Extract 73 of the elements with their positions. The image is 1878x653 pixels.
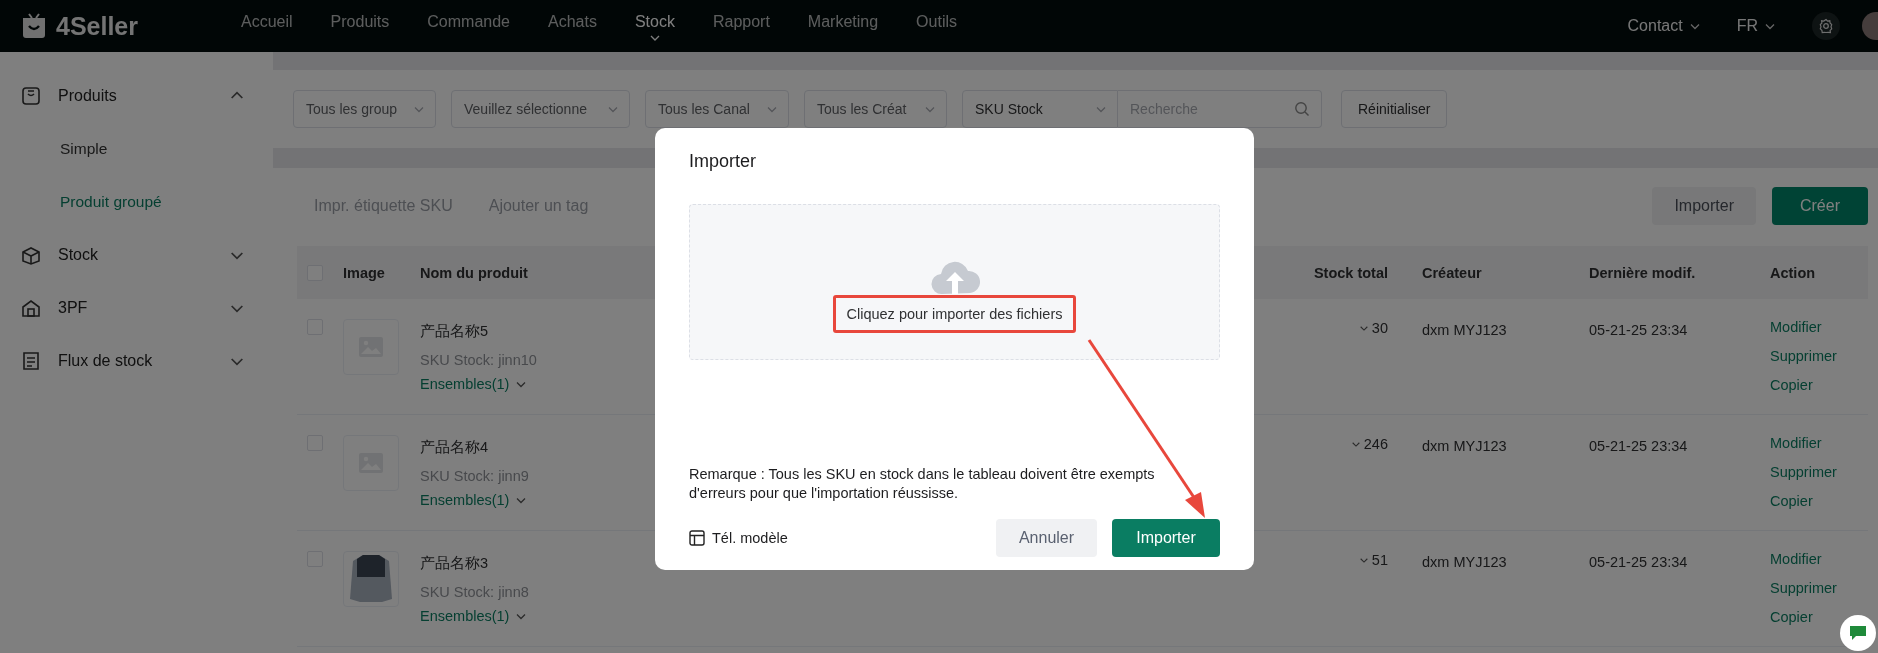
column-header: Action	[1770, 264, 1816, 281]
product-name: 产品名称5	[420, 322, 489, 341]
table-cell: 05-21-25 23:34	[1589, 322, 1688, 338]
table-cell: dxm MYJ123	[1422, 438, 1507, 454]
logo-text: 4Seller	[56, 11, 138, 41]
nav-tab[interactable]: Commande	[427, 12, 510, 32]
row-action-link[interactable]: Copier	[1770, 375, 1813, 395]
dialog-title: Importer	[689, 150, 757, 172]
sidebar-item[interactable]: 3PF	[0, 281, 273, 334]
column-header: Créateur	[1422, 264, 1482, 281]
product-photo	[343, 551, 399, 607]
avatar[interactable]	[1862, 12, 1878, 40]
row-action-link[interactable]: Copier	[1770, 607, 1813, 627]
row-action-link[interactable]: Modifier	[1770, 433, 1822, 453]
row-action-link[interactable]: Supprimer	[1770, 578, 1837, 598]
table-cell: 30	[1371, 320, 1388, 336]
product-name: 产品名称4	[420, 438, 489, 457]
table-cell: 246	[1363, 436, 1388, 452]
sets-link[interactable]: Ensembles(1)	[420, 490, 528, 510]
table-cell: 05-21-25 23:34	[1589, 438, 1688, 454]
column-header: Dernière modif.	[1589, 264, 1696, 281]
product-name: 产品名称3	[420, 554, 489, 573]
row-action-link[interactable]: Supprimer	[1770, 346, 1837, 366]
search-type-dropdown[interactable]: SKU Stock	[962, 90, 1118, 128]
download-template-link[interactable]: Tél. modèle	[689, 530, 788, 546]
row-action-link[interactable]: Copier	[1770, 491, 1813, 511]
settings-button[interactable]	[1812, 12, 1840, 40]
sets-link[interactable]: Ensembles(1)	[420, 374, 528, 394]
search-icon[interactable]	[1294, 101, 1310, 117]
language-menu[interactable]: FR	[1736, 17, 1776, 35]
chevron-down-icon	[649, 35, 660, 41]
sidebar-item[interactable]: Flux de stock	[0, 334, 273, 387]
reset-button[interactable]: Réinitialiser	[1341, 90, 1448, 128]
filter-dropdown[interactable]: Tous les Créat	[804, 90, 947, 128]
import-button[interactable]: Importer	[1652, 187, 1756, 225]
cancel-button[interactable]: Annuler	[996, 519, 1097, 557]
sets-link[interactable]: Ensembles(1)	[420, 606, 528, 626]
column-header: Stock total	[1313, 264, 1388, 281]
nav-tab[interactable]: Accueil	[241, 12, 293, 32]
sidebar-item[interactable]: Produits	[0, 69, 273, 122]
column-header: Nom du produit	[419, 264, 529, 281]
nav-tab[interactable]: Produits	[330, 12, 390, 32]
nav-tab[interactable]: Stock	[634, 12, 675, 41]
table-cell: 51	[1371, 552, 1388, 568]
row-action-link[interactable]: Modifier	[1770, 549, 1822, 569]
row-action-link[interactable]: Supprimer	[1770, 462, 1837, 482]
table-cell: dxm MYJ123	[1422, 554, 1507, 570]
settings-icon[interactable]	[1818, 18, 1834, 34]
filter-dropdown[interactable]: Tous les group	[293, 90, 436, 128]
nav-tab[interactable]: Achats	[548, 12, 597, 32]
nav-tab[interactable]: Marketing	[807, 12, 879, 32]
sidebar-subitem[interactable]: Produit groupé	[0, 175, 162, 228]
template-icon[interactable]	[689, 530, 705, 546]
logo-icon	[20, 12, 48, 40]
upload-area[interactable]: Cliquez pour importer des fichiers	[689, 204, 1220, 360]
chat-icon[interactable]	[1847, 623, 1869, 643]
row-action-link[interactable]: Modifier	[1770, 317, 1822, 337]
filter-dropdown[interactable]: Tous les Canal	[645, 90, 789, 128]
nav-tab[interactable]: Rapport	[712, 12, 770, 32]
confirm-import-button[interactable]: Importer	[1112, 519, 1220, 557]
contact-menu[interactable]: Contact	[1627, 17, 1701, 35]
sidebar-subitem[interactable]: Simple	[0, 122, 108, 175]
remark-text: Remarque : Tous les SKU en stock dans le tableau doivent être exempts d'erreurs pour que l'importation réussisse.	[689, 465, 1156, 503]
column-header: Image	[342, 264, 386, 281]
table-cell: dxm MYJ123	[1422, 322, 1507, 338]
create-button[interactable]: Créer	[1772, 187, 1868, 225]
filter-dropdown[interactable]: Veuillez sélectionne	[451, 90, 630, 128]
table-cell: 05-21-25 23:34	[1589, 554, 1688, 570]
menu-icon	[20, 349, 42, 372]
sidebar-item[interactable]: Stock	[0, 228, 273, 281]
nav-tab[interactable]: Outils	[916, 12, 957, 32]
menu-icon	[20, 84, 42, 107]
upload-hint[interactable]: Cliquez pour importer des fichiers	[832, 295, 1077, 333]
